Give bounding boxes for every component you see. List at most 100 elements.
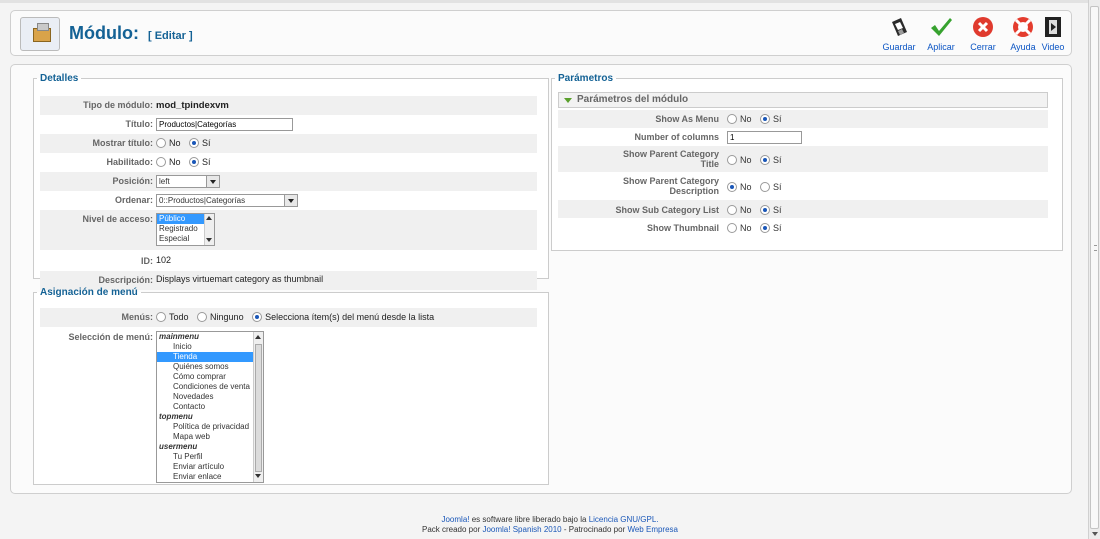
menus-select-label: Selecciona ítem(s) del menú desde la lis… xyxy=(265,311,435,322)
show-parent-title-no-radio[interactable] xyxy=(727,154,737,165)
parameters-fieldset: Parámetros Parámetros del módulo Show As… xyxy=(551,73,1063,251)
top-border xyxy=(0,0,1088,3)
show-as-menu-options: No Sí xyxy=(727,113,788,124)
menus-all-label: Todo xyxy=(169,311,189,322)
param-row-sub-list: Show Sub Category List No Sí xyxy=(558,200,1048,218)
chevron-down-icon xyxy=(206,176,219,187)
order-select[interactable]: 0::Productos|Categorías xyxy=(156,194,298,207)
position-select[interactable]: left xyxy=(156,175,220,188)
save-button-label: Guardar xyxy=(882,42,916,52)
page-scrollbar-thumb[interactable] xyxy=(1090,6,1099,529)
menu-list-item[interactable]: Condiciones de venta xyxy=(157,382,263,392)
access-listbox-scrollbar[interactable] xyxy=(204,214,214,245)
menu-list-item[interactable]: Tu Perfil xyxy=(157,452,263,462)
show-sub-list-si-radio[interactable] xyxy=(760,204,771,215)
show-sub-list-label: Show Sub Category List xyxy=(615,205,719,215)
show-title-no-label: No xyxy=(169,137,181,148)
param-row-thumbnail: Show Thumbnail No Sí xyxy=(558,218,1048,238)
row-show-title: Mostrar título: No Sí xyxy=(40,134,537,153)
menu-list-item[interactable]: Tienda xyxy=(157,352,263,362)
license-link[interactable]: Licencia GNU/GPL. xyxy=(589,515,659,524)
apply-button[interactable]: Aplicar xyxy=(921,15,961,52)
main-content: Detalles Tipo de módulo: mod_tpindexvm T… xyxy=(10,64,1072,494)
enabled-si-radio[interactable] xyxy=(189,156,200,167)
radio-no-label: No xyxy=(740,181,752,192)
show-thumbnail-no-radio[interactable] xyxy=(727,222,737,233)
show-parent-title-si-radio[interactable] xyxy=(760,154,771,165)
close-button[interactable]: Cerrar xyxy=(963,15,1003,52)
web-empresa-link[interactable]: Web Empresa xyxy=(627,525,678,534)
enabled-options: No Sí xyxy=(156,156,217,167)
menu-list-item[interactable]: Mapa web xyxy=(157,432,263,442)
row-position: Posición: left xyxy=(40,172,537,191)
param-row-show-as-menu: Show As Menu No Sí xyxy=(558,110,1048,128)
page-title: Módulo: [ Editar ] xyxy=(69,23,193,44)
menu-list-item[interactable]: Enviar enlace xyxy=(157,472,263,482)
show-parent-desc-si-radio[interactable] xyxy=(760,181,771,192)
param-row-parent-desc: Show Parent Category Description No Sí xyxy=(558,172,1048,200)
show-title-si-label: Sí xyxy=(202,137,211,148)
menu-list-item[interactable]: Inicio xyxy=(157,342,263,352)
joomla-spanish-link[interactable]: Joomla! Spanish 2010 xyxy=(482,525,561,534)
row-access-level: Nivel de acceso: Público Registrado Espe… xyxy=(40,210,537,250)
menu-selection-listbox[interactable]: mainmenu Inicio Tienda Quiénes somos Cómo co… xyxy=(156,331,264,483)
radio-si-label: Sí xyxy=(773,154,782,165)
menu-list-item[interactable]: Política de privacidad xyxy=(157,422,263,432)
joomla-link[interactable]: Joomla! xyxy=(441,515,469,524)
access-level-listbox[interactable]: Público Registrado Especial xyxy=(156,213,215,246)
menus-options: Todo Ninguno Selecciona ítem(s) del menú… xyxy=(156,311,440,322)
menu-list-item[interactable]: Enviar artículo xyxy=(157,462,263,472)
show-as-menu-si-radio[interactable] xyxy=(760,113,771,124)
video-button-label: Video xyxy=(1041,42,1065,52)
footer: Joomla! es software libre liberado bajo … xyxy=(0,515,1100,535)
menu-assignment-fieldset: Asignación de menú Menús: Todo Ninguno S… xyxy=(33,287,549,485)
row-module-type: Tipo de módulo: mod_tpindexvm xyxy=(40,96,537,115)
show-title-no-radio[interactable] xyxy=(156,137,166,148)
close-button-label: Cerrar xyxy=(970,42,996,52)
save-icon xyxy=(887,15,911,39)
video-button[interactable]: Video xyxy=(1038,15,1068,52)
module-params-header[interactable]: Parámetros del módulo xyxy=(558,92,1048,108)
show-thumbnail-si-radio[interactable] xyxy=(760,222,771,233)
row-menu-selection: Selección de menú: mainmenu Inicio Tienda Q… xyxy=(40,328,537,488)
show-parent-desc-no-radio[interactable] xyxy=(727,181,737,192)
menu-list-item[interactable]: Contacto xyxy=(157,402,263,412)
position-label: Posición: xyxy=(112,176,153,186)
save-button[interactable]: Guardar xyxy=(879,15,919,52)
menu-list-item[interactable]: Quiénes somos xyxy=(157,362,263,372)
menus-none-radio[interactable] xyxy=(197,311,208,322)
page-scrollbar[interactable] xyxy=(1088,0,1100,539)
scroll-down-icon[interactable] xyxy=(1092,532,1098,536)
page-subtitle: [ Editar ] xyxy=(148,30,193,42)
footer-line-2: Pack creado por Joomla! Spanish 2010 - P… xyxy=(0,525,1100,535)
menus-all-radio[interactable] xyxy=(156,311,166,322)
show-title-si-radio[interactable] xyxy=(189,137,200,148)
title-label: Título: xyxy=(125,119,154,129)
menus-select-radio[interactable] xyxy=(252,311,263,322)
menu-listbox-scrollbar[interactable] xyxy=(253,332,263,482)
radio-no-label: No xyxy=(740,222,752,233)
help-button[interactable]: Ayuda xyxy=(1003,15,1043,52)
show-as-menu-no-radio[interactable] xyxy=(727,113,737,124)
radio-si-label: Sí xyxy=(773,222,782,233)
show-parent-desc-options: No Sí xyxy=(727,181,788,192)
enabled-no-radio[interactable] xyxy=(156,156,166,167)
footer-text: es software libre liberado bajo la xyxy=(469,515,589,524)
show-parent-title-options: No Sí xyxy=(727,154,788,165)
footer-text: - Patrocinado por xyxy=(561,525,628,534)
radio-si-label: Sí xyxy=(773,181,782,192)
menu-list-item[interactable]: Novedades xyxy=(157,392,263,402)
show-parent-title-label: Show Parent Category Title xyxy=(622,149,719,169)
menu-list-item[interactable]: Cómo comprar xyxy=(157,372,263,382)
radio-no-label: No xyxy=(740,154,752,165)
show-thumbnail-options: No Sí xyxy=(727,222,788,233)
show-sub-list-no-radio[interactable] xyxy=(727,204,737,215)
num-columns-input[interactable] xyxy=(727,131,802,144)
module-type-value: mod_tpindexvm xyxy=(156,100,229,111)
show-title-options: No Sí xyxy=(156,137,217,148)
description-label: Descripción: xyxy=(98,275,153,285)
menu-group-label: usermenu xyxy=(159,442,198,451)
module-params-title: Parámetros del módulo xyxy=(577,94,689,105)
parameters-legend: Parámetros xyxy=(558,73,614,84)
title-input[interactable] xyxy=(156,118,293,131)
